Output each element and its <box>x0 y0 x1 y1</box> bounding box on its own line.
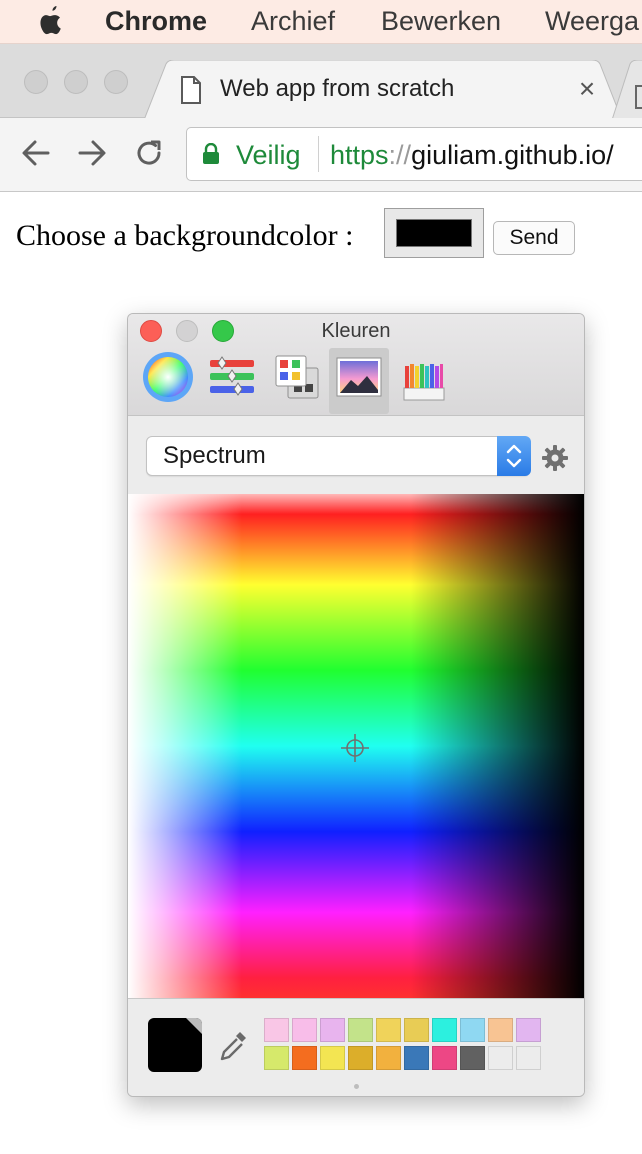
color-sliders-icon[interactable] <box>202 348 262 414</box>
window-minimize-button[interactable] <box>64 70 88 94</box>
panel-resize-handle[interactable] <box>354 1084 359 1089</box>
color-swatch[interactable] <box>432 1046 457 1070</box>
crosshair-icon <box>341 734 369 762</box>
tab-close-icon[interactable]: × <box>576 73 598 105</box>
color-prompt-label: Choose a backgroundcolor : <box>16 219 354 252</box>
picker-dropdown[interactable]: Spectrum <box>146 436 531 476</box>
color-swatch[interactable] <box>432 1018 457 1042</box>
color-swatch[interactable] <box>320 1018 345 1042</box>
color-swatch[interactable] <box>376 1018 401 1042</box>
colors-panel-header: Kleuren <box>128 314 584 416</box>
color-palettes-icon[interactable] <box>266 348 326 414</box>
address-divider <box>318 136 319 172</box>
color-wheel-icon[interactable] <box>138 348 198 414</box>
color-swatch[interactable] <box>516 1018 541 1042</box>
apple-menu-icon[interactable] <box>36 4 66 38</box>
current-color-swatch[interactable] <box>148 1018 202 1072</box>
color-swatch[interactable] <box>320 1046 345 1070</box>
color-swatch[interactable] <box>460 1046 485 1070</box>
colors-panel: Kleuren Spectrum <box>127 313 585 1097</box>
image-palettes-tab[interactable] <box>329 348 389 414</box>
next-tab-edge[interactable] <box>612 60 642 120</box>
lock-icon[interactable] <box>202 143 220 165</box>
page-icon <box>181 76 201 104</box>
back-arrow-icon[interactable] <box>19 136 53 170</box>
image-palette-icon <box>336 357 382 397</box>
color-swatch[interactable] <box>488 1046 513 1070</box>
color-input-swatch <box>396 219 472 247</box>
tab-title: Web app from scratch <box>220 75 455 102</box>
color-swatch[interactable] <box>460 1018 485 1042</box>
pencils-icon[interactable] <box>394 348 454 414</box>
menu-item-weergave[interactable]: Weerga <box>545 4 639 38</box>
secure-label[interactable]: Veilig <box>236 139 301 171</box>
gear-icon[interactable] <box>542 445 568 471</box>
dropdown-chevrons-icon[interactable] <box>497 436 531 476</box>
color-swatch[interactable] <box>264 1018 289 1042</box>
menu-item-bewerken[interactable]: Bewerken <box>381 4 501 38</box>
color-swatch[interactable] <box>404 1046 429 1070</box>
window-zoom-button[interactable] <box>104 70 128 94</box>
color-swatch[interactable] <box>348 1018 373 1042</box>
color-swatch[interactable] <box>292 1046 317 1070</box>
color-swatch[interactable] <box>488 1018 513 1042</box>
color-swatch[interactable] <box>404 1018 429 1042</box>
color-swatch[interactable] <box>348 1046 373 1070</box>
color-swatch[interactable] <box>264 1046 289 1070</box>
color-swatch[interactable] <box>376 1046 401 1070</box>
picker-dropdown-value: Spectrum <box>163 442 266 469</box>
color-swatch[interactable] <box>516 1046 541 1070</box>
url-scheme: https <box>330 140 389 170</box>
color-input[interactable] <box>384 208 484 258</box>
send-button[interactable]: Send <box>493 221 575 255</box>
url-text[interactable]: https://giuliam.github.io/ <box>330 139 614 171</box>
reload-icon[interactable] <box>132 136 166 170</box>
url-separator: :// <box>388 140 412 170</box>
menu-item-archief[interactable]: Archief <box>251 4 335 38</box>
menu-bar: Chrome Archief Bewerken Weerga <box>0 0 642 44</box>
window-close-button[interactable] <box>24 70 48 94</box>
color-swatch-grid <box>264 1018 544 1074</box>
colors-panel-title: Kleuren <box>321 320 391 342</box>
url-host: giuliam.github.io/ <box>411 140 614 170</box>
swatch-corner <box>186 1018 202 1034</box>
forward-arrow-icon[interactable] <box>75 136 109 170</box>
color-swatch[interactable] <box>292 1018 317 1042</box>
eyedropper-icon[interactable] <box>218 1028 250 1066</box>
menu-app-name[interactable]: Chrome <box>105 4 207 38</box>
